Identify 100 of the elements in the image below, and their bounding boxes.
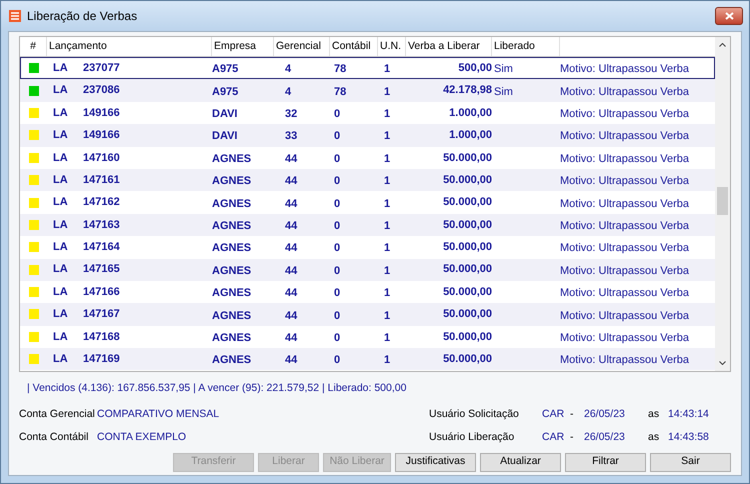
summary-text: | Vencidos (4.136): 167.856.537,95 | A vencer (95): 221.579,52 | Liberado: 500,00 — [27, 381, 408, 396]
table-cell: 4 — [285, 63, 292, 76]
column-header[interactable]: U.N. — [380, 38, 401, 54]
table-cell: 44 — [285, 332, 298, 344]
table-cell: 1 — [384, 152, 390, 165]
table-cell-text: 147165 — [83, 262, 120, 278]
column-header[interactable]: Empresa — [214, 38, 256, 54]
table-cell-text: LA — [53, 195, 69, 210]
table-cell-text: 149166 — [83, 106, 120, 121]
field-value: CONTA EXEMPLO — [97, 430, 186, 446]
table-cell: 0 — [334, 175, 340, 188]
table-cell: 44 — [285, 242, 298, 254]
table-cell: 0 — [334, 130, 340, 142]
window-title: Liberação de Verbas — [27, 8, 138, 25]
scrollbar[interactable] — [715, 37, 730, 371]
action-button[interactable]: Atualizar — [480, 452, 561, 472]
table-cell-text: 50.000,00 — [443, 172, 492, 188]
field-label: Usuário Liberação — [429, 430, 516, 446]
table-cell: AGNES — [212, 175, 252, 188]
date-value: 26/05/23 — [584, 430, 626, 446]
table-cell-text: 1.000,00 — [449, 128, 492, 144]
column-header[interactable]: Gerencial — [276, 38, 321, 54]
close-button[interactable] — [715, 7, 743, 25]
table-cell: A975 — [212, 86, 238, 98]
user-value: CAR — [542, 430, 566, 446]
table-cell: Motivo: Ultrapassou Verba — [560, 108, 690, 120]
table-cell: AGNES — [212, 198, 252, 210]
table-cell-text: 50.000,00 — [443, 240, 492, 256]
table-cell: 44 — [285, 152, 298, 165]
table-cell: 44 — [285, 198, 298, 210]
table-row[interactable]: LA 237077 A975 4 78 1 500,00 Sim Motivo: Ultrapassou Verba — [20, 57, 715, 80]
column-header[interactable]: Contábil — [332, 38, 371, 54]
table-row[interactable]: LA 147165 AGNES 44 0 1 50.000,00 Motivo: Ultrapassou Verba — [20, 258, 715, 281]
table-row[interactable]: LA 237086 A975 4 78 1 42.178,98 Sim Motivo: Ultrapassou Verba — [20, 79, 715, 102]
table-cell-text: LA — [53, 150, 69, 166]
table-row[interactable]: LA 147161 AGNES 44 0 1 50.000,00 Motivo: Ultrapassou Verba — [20, 168, 715, 192]
table-row[interactable]: LA 147167 AGNES 44 0 1 50.000,00 Motivo: Ultrapassou Verba — [20, 303, 715, 326]
table-cell-text: LA — [53, 352, 69, 368]
field-value: COMPARATIVO MENSAL — [97, 407, 220, 422]
table-cell: Motivo: Ultrapassou Verba — [560, 86, 690, 98]
table-cell: Motivo: Ultrapassou Verba — [560, 198, 690, 210]
action-button[interactable]: Filtrar — [565, 452, 646, 472]
table-cell: 1 — [384, 130, 390, 142]
table-cell: 0 — [334, 310, 340, 322]
table-cell-text: 147160 — [83, 150, 120, 166]
table-cell-text: 147161 — [83, 172, 120, 188]
table-cell: 1 — [384, 287, 390, 300]
table-cell: 44 — [285, 354, 298, 366]
table-cell-text: LA — [53, 284, 69, 300]
table-cell: 1 — [384, 264, 390, 277]
field-label: Conta Contábil — [19, 430, 90, 446]
table-cell: 1 — [384, 86, 390, 98]
table-cell: 0 — [334, 287, 340, 300]
table-cell: Motivo: Ultrapassou Verba — [560, 63, 690, 76]
table-cell-text: 147167 — [83, 307, 120, 322]
table-cell: Motivo: Ultrapassou Verba — [560, 332, 690, 344]
table-cell: 0 — [334, 242, 340, 254]
table-cell: 0 — [334, 108, 340, 120]
table-cell-text: LA — [53, 106, 69, 121]
column-header[interactable]: # — [30, 38, 36, 54]
table-cell: AGNES — [212, 332, 252, 344]
table-cell: 0 — [334, 152, 340, 165]
table-cell-text: LA — [53, 83, 69, 98]
action-button[interactable]: Sair — [650, 452, 731, 472]
table-cell-text: LA — [53, 307, 69, 322]
field-label: as — [648, 430, 660, 446]
table-cell: Motivo: Ultrapassou Verba — [560, 354, 690, 366]
table-row[interactable]: LA 149166 DAVI 33 0 1 1.000,00 Motivo: Ultrapassou Verba — [20, 124, 715, 147]
table-cell-text: 149166 — [83, 128, 120, 144]
table-cell: Sim — [494, 63, 513, 76]
table-row[interactable]: LA 147169 AGNES 44 0 1 50.000,00 Motivo: Ultrapassou Verba — [20, 348, 715, 370]
app-icon — [9, 10, 21, 22]
table-cell-text: LA — [53, 330, 69, 345]
table-cell: Motivo: Ultrapassou Verba — [560, 220, 690, 232]
table-cell-text: 50.000,00 — [443, 262, 492, 278]
table-cell-text: 1.000,00 — [449, 106, 492, 121]
table-cell: AGNES — [212, 220, 252, 232]
table-cell-text: LA — [53, 60, 69, 76]
table-cell: 44 — [285, 175, 298, 188]
field-label: Conta Gerencial — [19, 407, 96, 422]
column-header[interactable]: Lançamento — [49, 38, 107, 54]
table-cell: 4 — [285, 86, 292, 98]
table-cell: Motivo: Ultrapassou Verba — [560, 287, 690, 300]
table-row[interactable]: LA 147163 AGNES 44 0 1 50.000,00 Motivo: Ultrapassou Verba — [20, 214, 715, 236]
table-cell: AGNES — [212, 152, 252, 165]
column-header[interactable]: Liberado — [494, 38, 535, 54]
table-cell: 0 — [334, 354, 340, 366]
table-cell: A975 — [212, 63, 238, 76]
action-button[interactable]: Justificativas — [395, 452, 476, 472]
table-cell: 44 — [285, 310, 298, 322]
table-cell-text: 147162 — [83, 195, 120, 210]
table-cell: Motivo: Ultrapassou Verba — [560, 130, 690, 142]
table-cell-text: 50.000,00 — [443, 330, 492, 345]
scrollbar-thumb[interactable] — [717, 187, 728, 215]
table-cell: 1 — [384, 332, 390, 344]
table-cell: Motivo: Ultrapassou Verba — [560, 242, 690, 254]
separator-text: - — [570, 407, 574, 422]
column-header[interactable]: Verba a Liberar — [408, 38, 480, 54]
table-cell: Sim — [494, 86, 513, 98]
table-cell: Motivo: Ultrapassou Verba — [560, 264, 690, 277]
